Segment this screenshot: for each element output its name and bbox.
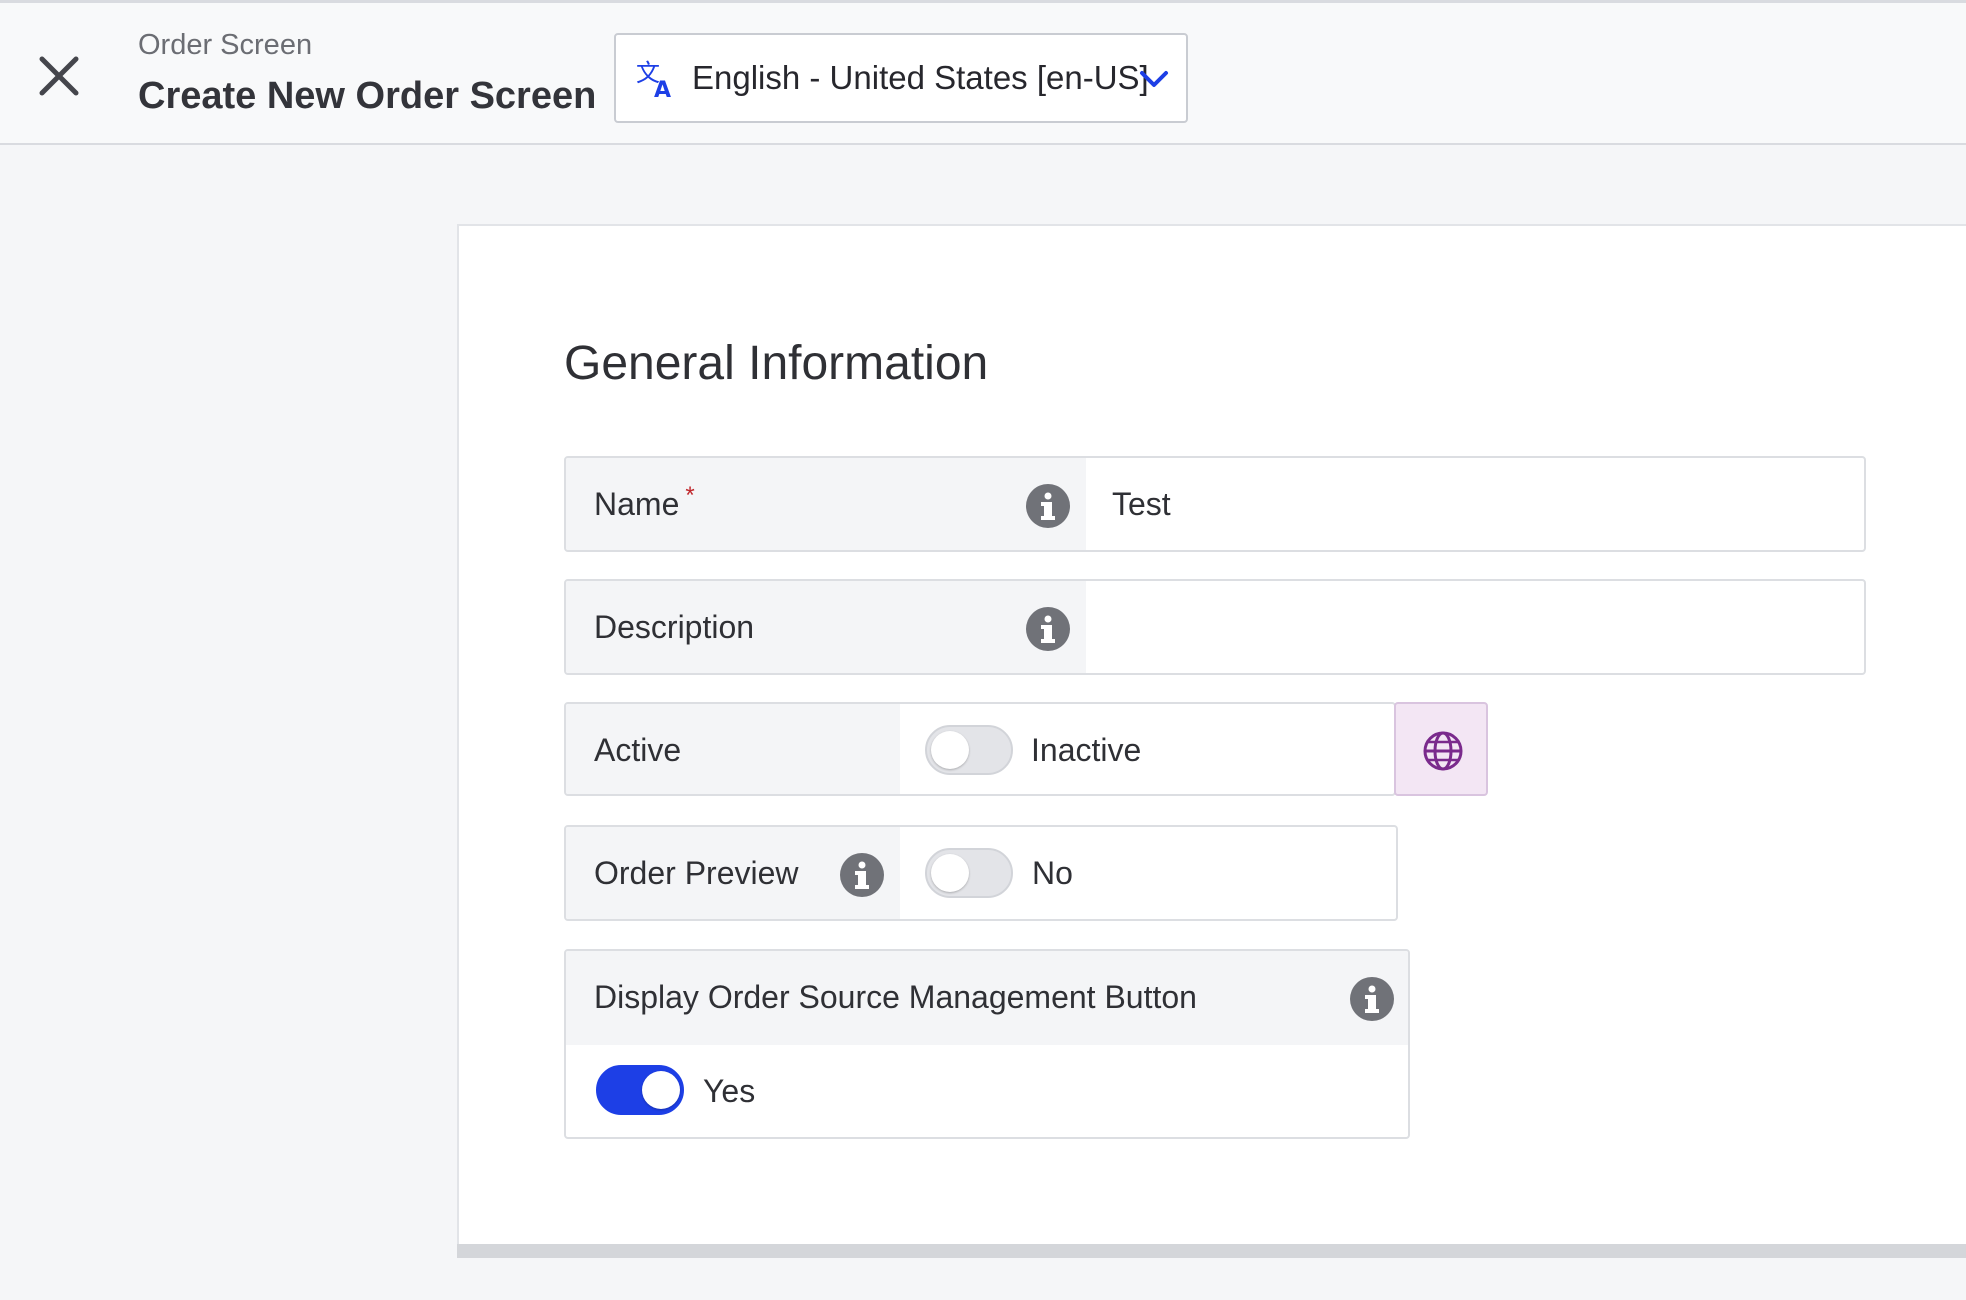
order-preview-state-label: No: [1032, 855, 1073, 891]
display-order-source-field: Display Order Source Management Button Y…: [564, 949, 1410, 1139]
active-toggle[interactable]: [925, 725, 1013, 775]
required-marker: *: [685, 482, 695, 509]
breadcrumb: Order Screen: [138, 29, 313, 61]
close-icon: [39, 56, 79, 96]
order-preview-label: Order Preview: [594, 855, 799, 891]
active-label: Active: [594, 732, 682, 768]
top-bar: Order Screen Create New Order Screen 文 A…: [0, 0, 1966, 145]
svg-text:A: A: [654, 78, 671, 99]
info-icon[interactable]: [1350, 977, 1394, 1021]
description-label: Description: [594, 609, 755, 645]
chevron-down-icon: [1140, 71, 1168, 87]
active-state-label: Inactive: [1031, 732, 1142, 768]
info-icon[interactable]: [1026, 484, 1070, 528]
toggle-knob: [931, 731, 969, 769]
name-field: Name *: [564, 456, 1866, 552]
display-order-source-label: Display Order Source Management Button: [594, 979, 1197, 1015]
name-label: Name *: [594, 482, 695, 523]
info-icon[interactable]: [1026, 607, 1070, 651]
language-label: English - United States [en-US]: [692, 59, 1149, 96]
name-label-text: Name: [594, 486, 680, 522]
name-input[interactable]: [1086, 458, 1864, 550]
globe-icon: [1423, 731, 1463, 771]
card-scrollbar[interactable]: [457, 1244, 1966, 1258]
display-order-source-label-cell: Display Order Source Management Button: [566, 951, 1408, 1045]
order-preview-toggle[interactable]: [925, 848, 1013, 898]
close-button[interactable]: [36, 53, 82, 99]
order-preview-field: Order Preview No: [564, 825, 1398, 921]
toggle-knob: [931, 854, 969, 892]
name-label-cell: Name *: [566, 458, 1086, 550]
info-icon[interactable]: [840, 853, 884, 897]
page-title: Create New Order Screen: [138, 75, 597, 117]
translation-button[interactable]: [1394, 702, 1488, 796]
description-input[interactable]: [1086, 581, 1864, 673]
translate-icon: 文 A: [636, 59, 671, 99]
language-select[interactable]: 文 A English - United States [en-US]: [614, 33, 1188, 123]
section-title: General Information: [564, 337, 989, 390]
active-field: Active Inactive: [564, 702, 1396, 796]
active-label-cell: Active: [566, 704, 900, 794]
description-label-cell: Description: [566, 581, 1086, 673]
order-preview-label-cell: Order Preview: [566, 827, 900, 919]
display-order-source-state-label: Yes: [703, 1073, 756, 1109]
description-field: Description: [564, 579, 1866, 675]
toggle-knob: [642, 1071, 680, 1109]
display-order-source-toggle[interactable]: [596, 1065, 684, 1115]
